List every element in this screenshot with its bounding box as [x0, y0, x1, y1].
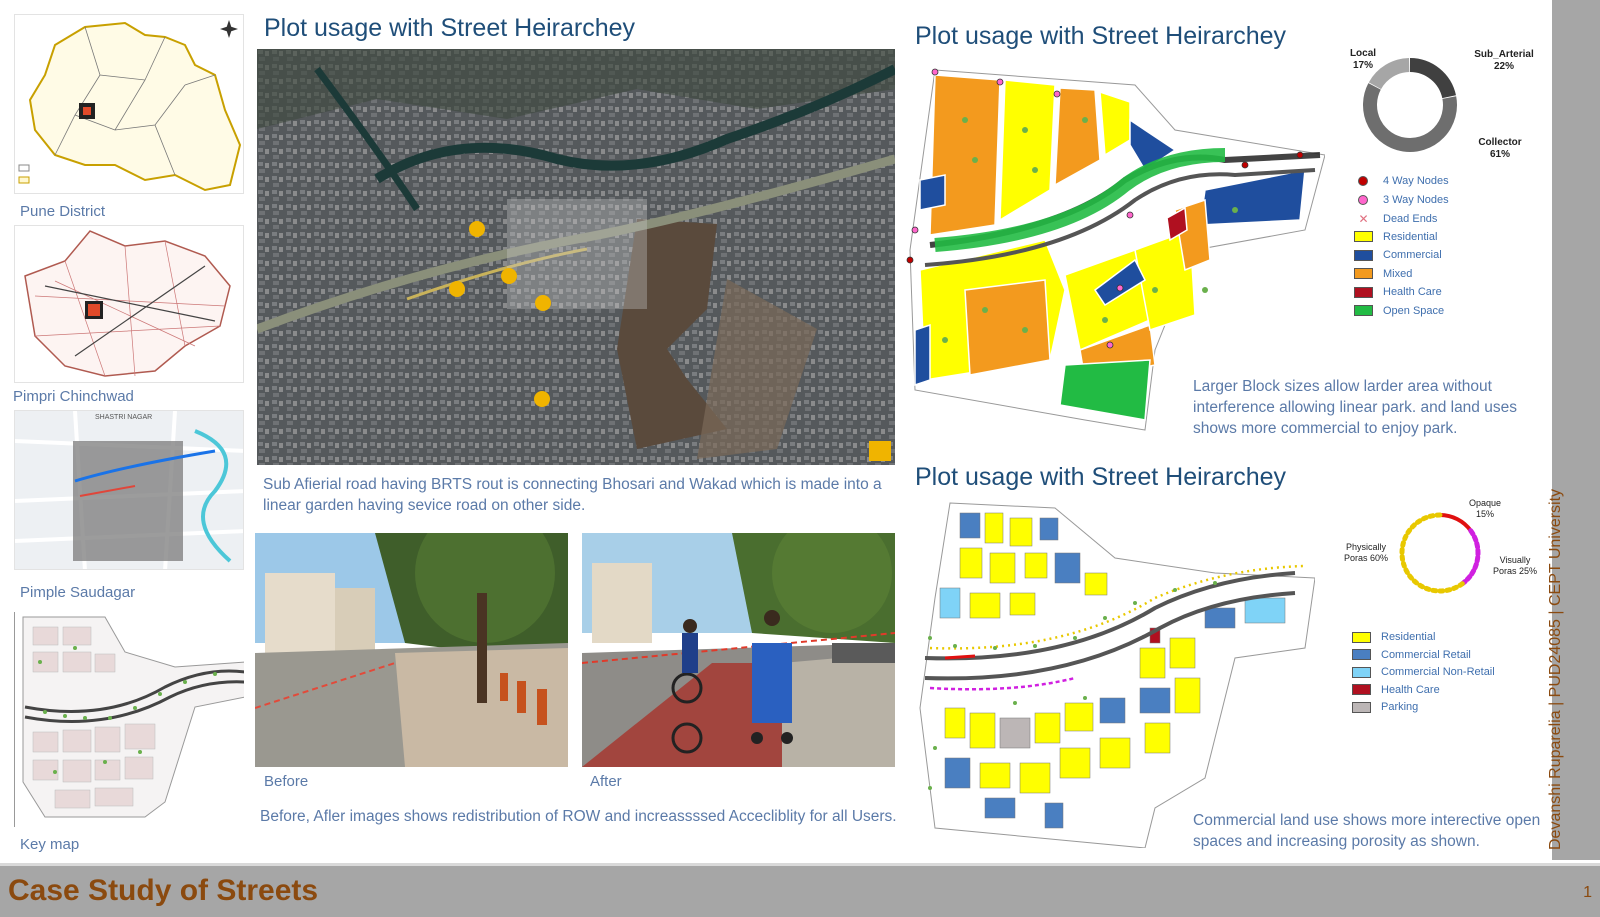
legend-label: Parking	[1381, 701, 1419, 713]
porosity-slice-visually-poras	[1459, 528, 1481, 587]
before-after-caption: Before, Afler images shows redistributio…	[260, 808, 897, 825]
porosity-label-physically: Physically Poras 60%	[1343, 542, 1389, 563]
legend-label: Commercial Non-Retail	[1381, 666, 1495, 678]
legend-item-commercial: Commercial	[1354, 249, 1442, 261]
pimpri-chinchwad-map	[14, 225, 244, 383]
legend-label: Residential	[1381, 631, 1436, 643]
donut-slice-sub-arterial	[1409, 58, 1456, 99]
legend-item-dead-ends: ✕ Dead Ends	[1354, 212, 1437, 226]
before-label: Before	[264, 773, 309, 790]
legend-label: Commercial Retail	[1381, 648, 1471, 661]
map-label-pimpri-chinchwad: Pimpri Chinchwad	[13, 388, 134, 405]
legend-swatch	[1354, 249, 1373, 261]
legend-label: Dead Ends	[1383, 213, 1438, 225]
right-top-heading: Plot usage with Street Heirarchey	[915, 22, 1287, 50]
before-photo	[255, 533, 568, 767]
legend-label: Open Space	[1383, 304, 1445, 317]
donut-label-sub-arterial: Sub_Arterial 22%	[1474, 49, 1534, 72]
svg-text:SHASTRI NAGAR: SHASTRI NAGAR	[95, 414, 152, 421]
legend-swatch	[1354, 231, 1373, 242]
author-credit: Devanshi Ruparelia | PUD24085 | CEPT Uni…	[1547, 488, 1564, 850]
dead-end-cross-icon: ✕	[1358, 212, 1369, 226]
pune-district-map	[14, 14, 244, 194]
legend-item-health-care: Health Care	[1354, 286, 1442, 298]
land-use-map-bottom	[915, 498, 1316, 849]
legend-label: Health Care	[1383, 286, 1442, 298]
right-top-caption: Larger Block sizes allow larder area wit…	[1193, 378, 1517, 437]
node-dot-icon	[1358, 194, 1368, 205]
legend-swatch	[1352, 649, 1371, 660]
after-photo	[582, 533, 895, 767]
map-label-key-map: Key map	[20, 836, 80, 853]
porosity-label-visually: Visually Poras 25%	[1492, 555, 1538, 576]
porosity-label-opaque: Opaque 15%	[1468, 498, 1502, 519]
legend-item-parking: Parking	[1352, 701, 1418, 713]
legend-swatch	[1352, 631, 1371, 643]
legend-label: Residential	[1383, 230, 1438, 243]
legend-item-open-space: Open Space	[1354, 305, 1444, 317]
node-dot-icon	[1358, 176, 1368, 186]
legend-swatch	[1354, 305, 1373, 316]
legend-label: Mixed	[1383, 267, 1413, 280]
footer-title: Case Study of Streets	[8, 874, 319, 907]
legend-label: 3 Way Nodes	[1383, 193, 1449, 206]
map-label-pune-district: Pune District	[20, 203, 106, 220]
center-heading: Plot usage with Street Heirarchey	[264, 14, 636, 42]
legend-swatch	[1352, 666, 1371, 678]
right-bottom-caption: Commercial land use shows more interecti…	[1193, 812, 1541, 850]
key-map	[14, 612, 244, 827]
porosity-slice-physically-poras	[1399, 512, 1465, 594]
page-number: 1	[1583, 884, 1592, 901]
donut-slice-collector	[1363, 83, 1457, 152]
right-bottom-heading: Plot usage with Street Heirarchey	[915, 463, 1287, 491]
pimple-saudagar-map: SHASTRI NAGAR	[14, 410, 244, 570]
north-arrow-icon	[220, 20, 238, 38]
donut-label-local: Local 17%	[1349, 48, 1377, 71]
legend-item-commercial-retail: Commercial Retail	[1352, 649, 1471, 661]
legend-label: 4 Way Nodes	[1383, 175, 1449, 187]
street-hierarchy-donut: Local 17% Sub_Arterial 22% Collector 61%	[1340, 45, 1540, 170]
legend-swatch	[1352, 701, 1371, 713]
legend-label: Commercial	[1383, 249, 1442, 261]
legend-swatch	[1354, 286, 1373, 298]
legend-swatch	[1352, 684, 1371, 695]
legend-item-commercial-non-retail: Commercial Non-Retail	[1352, 666, 1495, 678]
legend-item-3-way-nodes: 3 Way Nodes	[1354, 194, 1449, 206]
legend-item-health-care: Health Care	[1352, 684, 1440, 696]
legend-item-residential: Residential	[1354, 231, 1437, 243]
satellite-caption: Sub Afierial road having BRTS rout is co…	[263, 476, 882, 514]
satellite-image	[257, 49, 895, 465]
porosity-donut: Opaque 15% Physically Poras 60% Visually Po…	[1340, 498, 1540, 608]
legend-item-mixed: Mixed	[1354, 268, 1412, 280]
donut-label-collector: Collector 61%	[1478, 137, 1522, 160]
legend-item-4-way-nodes: 4 Way Nodes	[1354, 175, 1449, 187]
after-label: After	[590, 773, 622, 790]
footer-bar: Case Study of Streets 1	[0, 863, 1600, 917]
legend-label: Health Care	[1381, 683, 1440, 696]
map-label-pimple-saudagar: Pimple Saudagar	[20, 584, 136, 601]
legend-swatch	[1354, 268, 1373, 279]
legend-item-residential: Residential	[1352, 631, 1435, 643]
